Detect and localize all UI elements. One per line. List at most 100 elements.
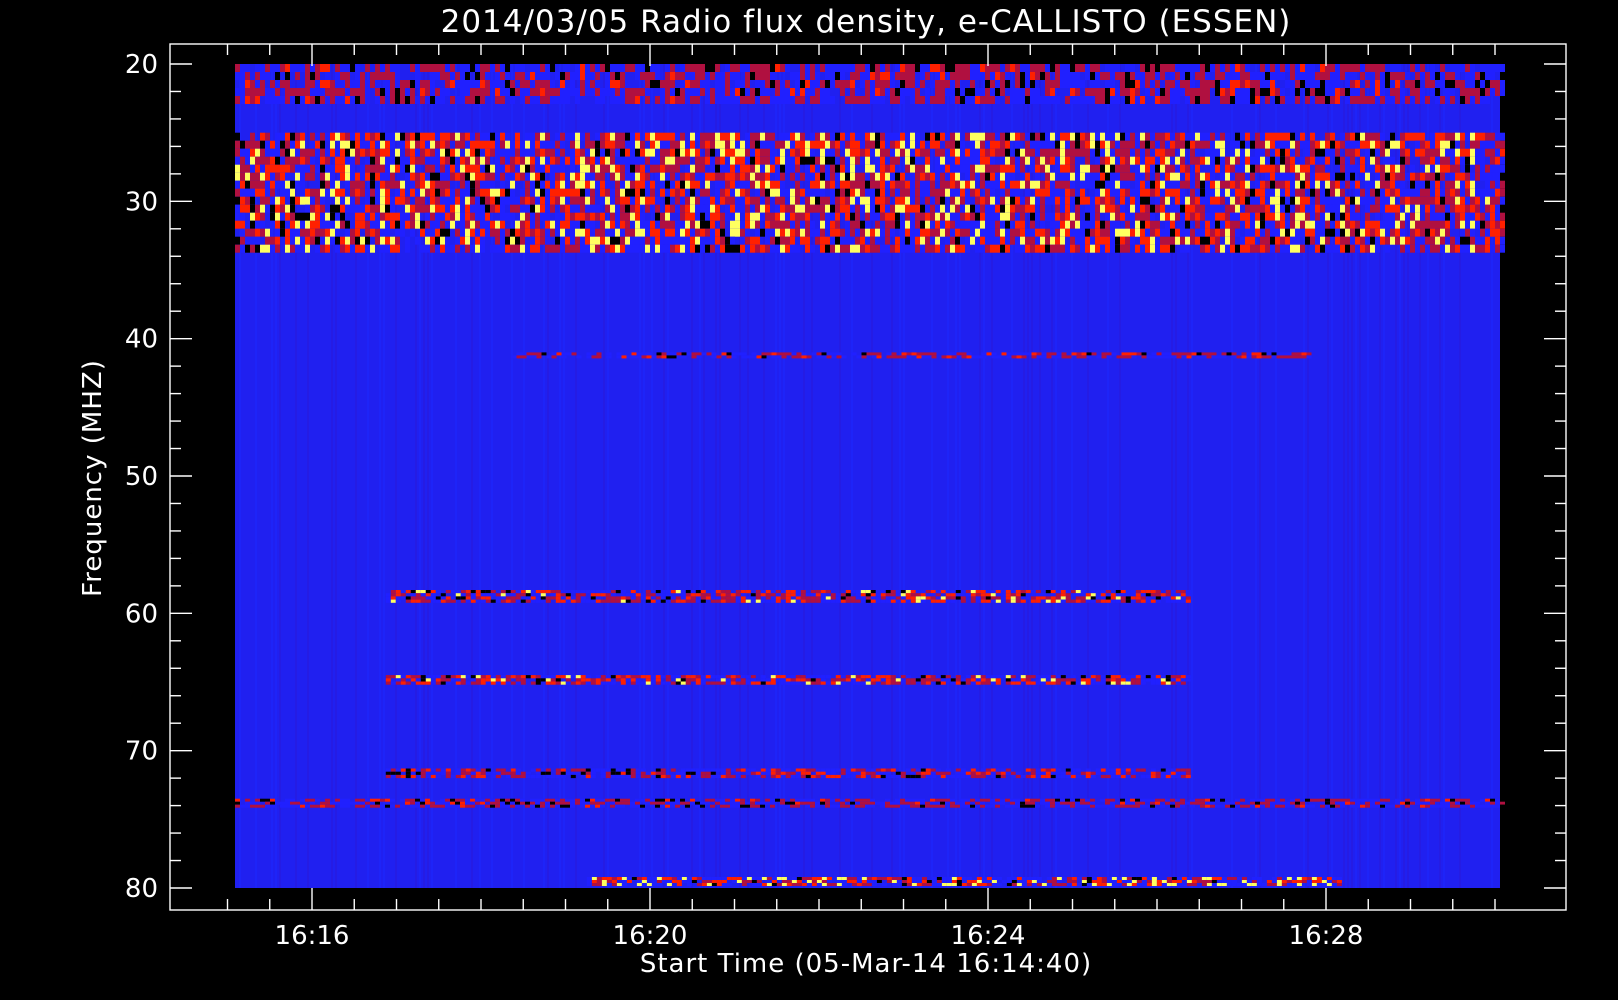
heatmap-cell xyxy=(540,156,545,165)
heatmap-cell xyxy=(805,72,810,80)
heatmap-cell xyxy=(945,172,950,181)
heatmap-cell xyxy=(1235,188,1240,197)
heatmap-cell xyxy=(1430,196,1435,205)
heatmap-cell xyxy=(690,172,695,181)
heatmap-cell xyxy=(1055,148,1060,157)
heatmap-cell xyxy=(1010,188,1015,197)
heatmap-cell xyxy=(1265,132,1270,141)
heatmap-cell xyxy=(1210,196,1215,205)
heatmap-cell xyxy=(1025,172,1030,181)
heatmap-cell xyxy=(1246,352,1252,356)
heatmap-cell xyxy=(340,164,345,173)
heatmap-cell xyxy=(1035,590,1041,594)
heatmap-cell xyxy=(1165,196,1170,205)
heatmap-cell xyxy=(1430,64,1435,72)
heatmap-cell xyxy=(810,204,815,213)
heatmap-cell xyxy=(465,220,470,229)
heatmap-cell xyxy=(380,228,385,237)
heatmap-cell xyxy=(1266,355,1272,359)
heatmap-cell xyxy=(635,180,640,189)
heatmap-cell xyxy=(1435,188,1440,197)
heatmap-cell xyxy=(935,132,940,141)
heatmap-cell xyxy=(935,164,940,173)
heatmap-cell xyxy=(885,164,890,173)
heatmap-cell xyxy=(1291,352,1297,356)
heatmap-cell xyxy=(1130,590,1136,594)
heatmap-cell xyxy=(1380,220,1385,229)
heatmap-cell xyxy=(1065,212,1070,221)
heatmap-cell xyxy=(1390,72,1395,80)
heatmap-cell xyxy=(1211,352,1217,356)
heatmap-cell xyxy=(1380,188,1385,197)
heatmap-cell xyxy=(1085,204,1090,213)
heatmap-cell xyxy=(995,88,1000,96)
heatmap-cell xyxy=(1015,164,1020,173)
heatmap-cell xyxy=(800,148,805,157)
heatmap-cell xyxy=(1415,64,1420,72)
heatmap-cell xyxy=(470,164,475,173)
heatmap-cell xyxy=(1020,88,1025,96)
heatmap-cell xyxy=(845,220,850,229)
heatmap-cell xyxy=(725,80,730,88)
heatmap-cell xyxy=(1110,172,1115,181)
heatmap-cell xyxy=(1330,212,1335,221)
heatmap-cell xyxy=(1490,140,1495,149)
heatmap-cell xyxy=(655,132,660,141)
heatmap-cell xyxy=(270,164,275,173)
heatmap-cell xyxy=(575,148,580,157)
heatmap-cell xyxy=(675,180,680,189)
heatmap-cell xyxy=(345,220,350,229)
heatmap-cell xyxy=(550,64,555,72)
heatmap-cell xyxy=(950,140,955,149)
heatmap-cell xyxy=(605,148,610,157)
heatmap-cell xyxy=(1350,212,1355,221)
heatmap-cell xyxy=(1205,132,1210,141)
heatmap-cell xyxy=(1350,172,1355,181)
heatmap-cell xyxy=(480,140,485,149)
heatmap-cell xyxy=(1325,148,1330,157)
heatmap-cell xyxy=(680,180,685,189)
heatmap-cell xyxy=(1060,64,1065,72)
heatmap-cell xyxy=(250,148,255,157)
heatmap-cell xyxy=(990,590,996,594)
heatmap-cell xyxy=(360,148,365,157)
heatmap-cell xyxy=(605,590,611,594)
heatmap-cell xyxy=(1175,140,1180,149)
heatmap-cell xyxy=(1016,355,1022,359)
heatmap-cell xyxy=(750,72,755,80)
heatmap-cell xyxy=(1020,196,1025,205)
heatmap-cell xyxy=(705,236,710,245)
heatmap-cell xyxy=(795,164,800,173)
heatmap-cell xyxy=(1030,220,1035,229)
heatmap-cell xyxy=(1345,164,1350,173)
heatmap-cell xyxy=(1495,164,1500,173)
heatmap-cell xyxy=(1355,236,1360,245)
heatmap-cell xyxy=(910,72,915,80)
heatmap-cell xyxy=(605,244,610,253)
heatmap-cell xyxy=(450,132,455,141)
heatmap-cell xyxy=(1475,172,1480,181)
heatmap-cell xyxy=(460,220,465,229)
heatmap-cell xyxy=(1320,196,1325,205)
heatmap-cell xyxy=(1330,140,1335,149)
heatmap-cell xyxy=(660,188,665,197)
heatmap-cell xyxy=(665,196,670,205)
heatmap-cell xyxy=(300,188,305,197)
heatmap-cell xyxy=(1295,212,1300,221)
heatmap-cell xyxy=(1480,72,1485,80)
heatmap-cell xyxy=(705,172,710,181)
heatmap-cell xyxy=(1105,196,1110,205)
heatmap-cell xyxy=(1110,64,1115,72)
heatmap-cell xyxy=(1135,156,1140,165)
heatmap-cell xyxy=(1300,180,1305,189)
heatmap-cell xyxy=(475,88,480,96)
heatmap-cell xyxy=(680,172,685,181)
heatmap-cell xyxy=(265,172,270,181)
heatmap-cell xyxy=(1126,352,1132,356)
heatmap-cell xyxy=(1345,220,1350,229)
heatmap-cell xyxy=(410,96,415,104)
heatmap-cell xyxy=(495,148,500,157)
heatmap-cell xyxy=(1125,72,1130,80)
heatmap-cell xyxy=(1370,156,1375,165)
heatmap-cell xyxy=(255,88,260,96)
